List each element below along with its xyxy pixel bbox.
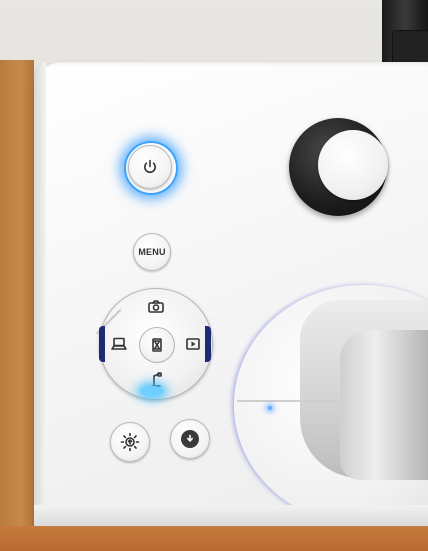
capture-button[interactable] [135, 293, 177, 319]
freeze-button[interactable] [139, 327, 175, 363]
navigation-pad [95, 288, 213, 400]
document-camera-photo: MENU [0, 0, 428, 551]
device-base [34, 505, 428, 527]
camera-icon [148, 299, 164, 313]
arm-shaft [340, 330, 428, 480]
playback-button[interactable] [180, 325, 206, 363]
download-icon [187, 434, 193, 442]
power-icon [144, 159, 156, 174]
dpad-left-accent [99, 326, 105, 362]
device-edge [34, 62, 46, 528]
menu-button[interactable]: MENU [133, 233, 171, 271]
lamp-brightness-icon [120, 432, 140, 452]
download-icon-badge [181, 430, 199, 448]
lamp-button[interactable] [110, 422, 150, 462]
menu-button-label: MENU [138, 247, 166, 257]
dpad-right-accent [205, 326, 211, 362]
wooden-panel [0, 60, 34, 530]
hourglass-icon [152, 338, 162, 352]
arm-seam [237, 400, 347, 402]
laptop-icon [111, 337, 127, 350]
playback-icon [186, 338, 200, 350]
download-button[interactable] [170, 419, 210, 459]
wooden-table-edge [0, 526, 428, 551]
camera-source-led [140, 386, 164, 396]
power-button[interactable] [128, 145, 172, 189]
pc-source-button[interactable] [106, 325, 132, 363]
rotary-knob-cap[interactable] [318, 130, 388, 200]
arm-indicator-light [268, 406, 272, 410]
